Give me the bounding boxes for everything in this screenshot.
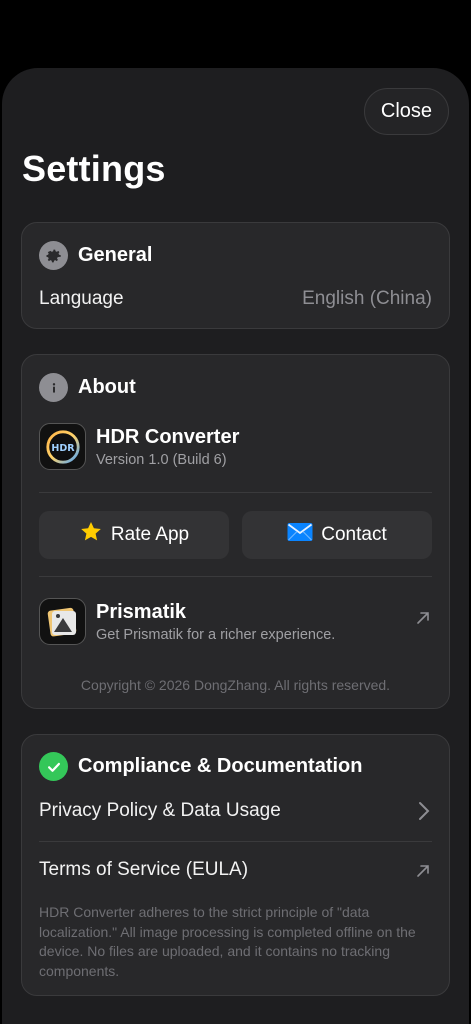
rate-app-label: Rate App [110,524,190,545]
app-info-row: HDR HDR Converter Version 1.0 (Build 6) [39,423,239,470]
contact-label: Contact [321,524,387,545]
app-name: HDR Converter [96,425,240,448]
prismatik-app-icon [39,598,86,645]
rate-app-button[interactable]: Rate App [39,511,229,559]
prismatik-subtitle: Get Prismatik for a richer experience. [96,626,336,643]
info-icon [39,373,68,402]
about-divider-1 [39,492,432,493]
gear-icon [39,241,68,270]
terms-of-service-row[interactable]: Terms of Service (EULA) [39,859,432,881]
external-link-icon [415,863,431,884]
privacy-policy-label: Privacy Policy & Data Usage [39,800,281,821]
compliance-header: Compliance & Documentation [39,752,362,781]
general-title: General [78,244,153,266]
mail-icon [287,522,313,548]
general-card: General Language English (China) [21,222,450,329]
check-badge-icon [39,752,68,781]
about-card: About HDR HDR Converter Version 1.0 (Bui… [21,354,450,709]
privacy-policy-row[interactable]: Privacy Policy & Data Usage [39,800,432,822]
language-value: English (China) [302,288,432,309]
compliance-divider [39,841,432,842]
close-button[interactable]: Close [364,88,449,135]
page-title: Settings [22,148,166,189]
svg-text:HDR: HDR [51,442,75,453]
app-version: Version 1.0 (Build 6) [96,451,227,468]
privacy-footnote: HDR Converter adheres to the strict prin… [39,904,416,979]
terms-of-service-label: Terms of Service (EULA) [39,859,249,880]
contact-button[interactable]: Contact [242,511,432,559]
general-header: General [39,241,152,270]
about-divider-2 [39,576,432,577]
compliance-card: Compliance & Documentation Privacy Polic… [21,734,450,996]
prismatik-row[interactable]: Prismatik Get Prismatik for a richer exp… [39,598,432,645]
prismatik-name: Prismatik [96,600,187,623]
language-row[interactable]: Language English (China) [39,288,432,310]
hdr-app-icon: HDR [39,423,86,470]
about-title: About [78,376,136,398]
copyright-text: Copyright © 2026 DongZhang. All rights r… [80,677,391,693]
language-label: Language [39,288,124,309]
about-header: About [39,373,136,402]
chevron-right-icon [418,801,430,826]
external-link-icon [415,610,431,631]
star-icon [79,520,103,550]
compliance-title: Compliance & Documentation [78,755,363,777]
